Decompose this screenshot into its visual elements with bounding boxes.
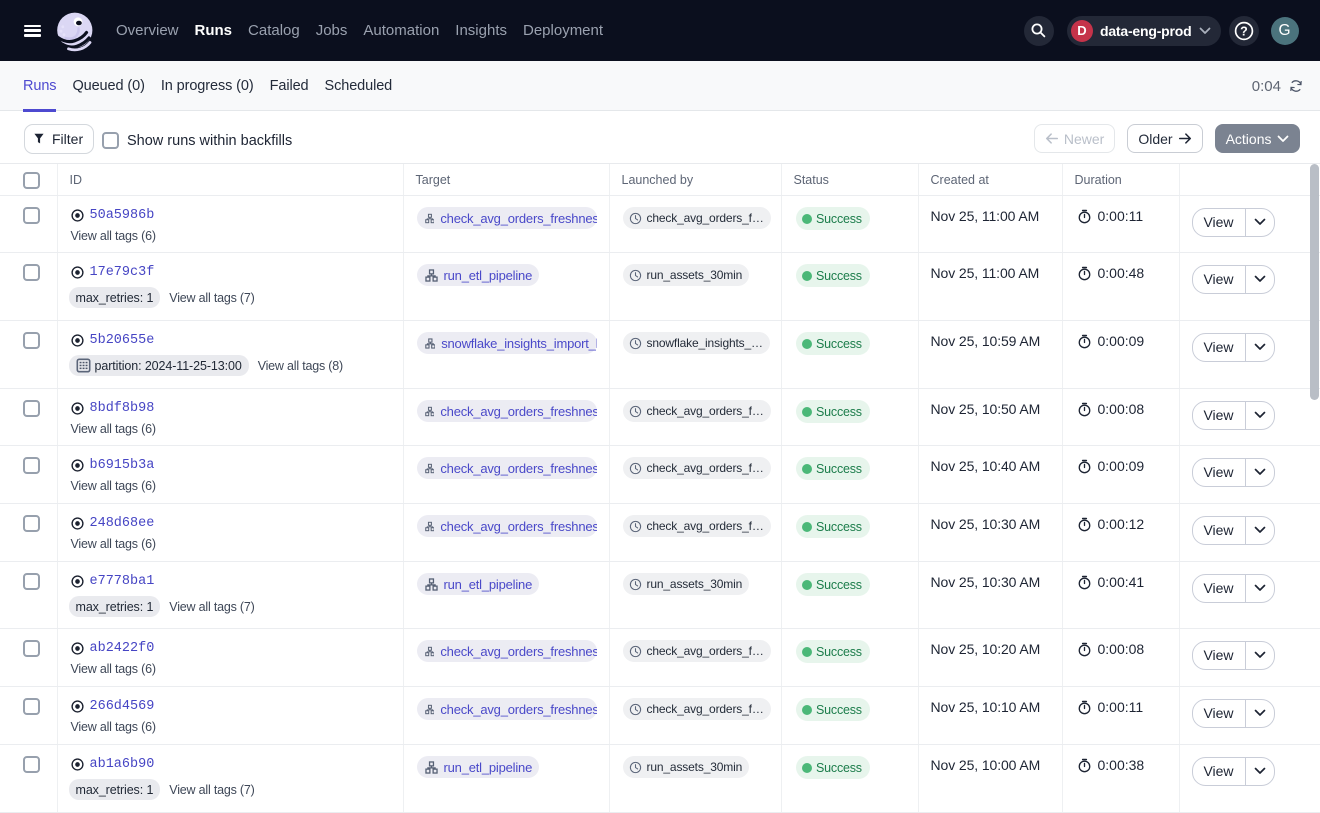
- svg-text:?: ?: [1240, 24, 1248, 38]
